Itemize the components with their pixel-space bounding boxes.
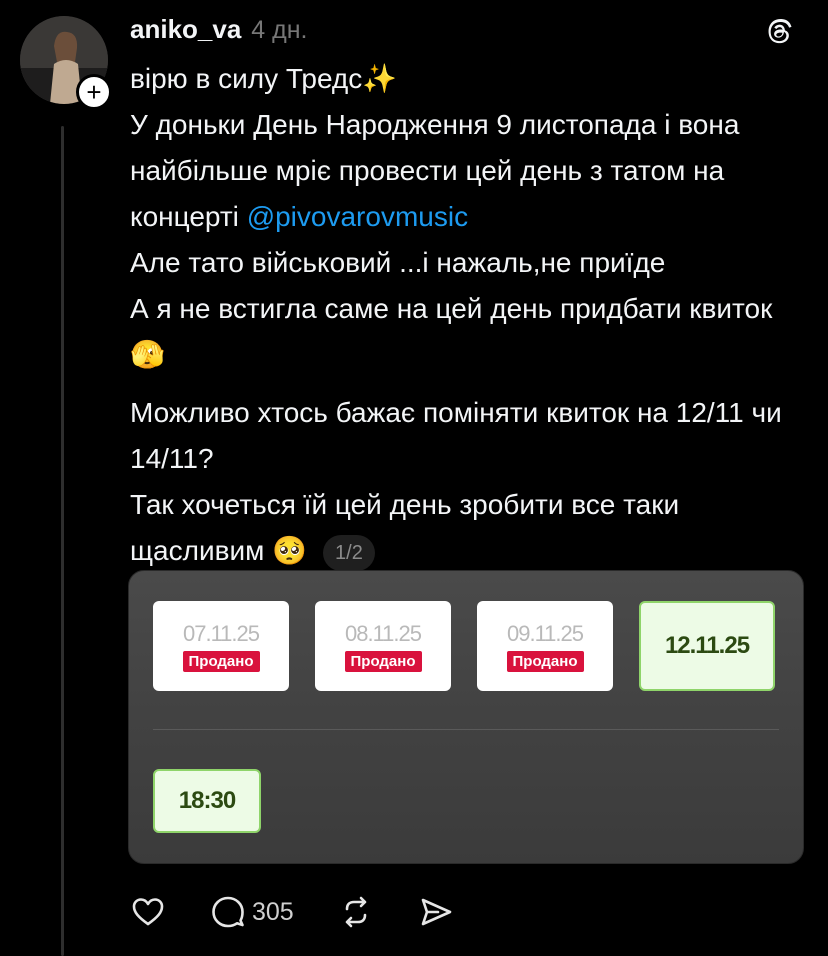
comment-icon (212, 896, 244, 928)
share-icon (421, 898, 452, 926)
post-line-2: У доньки День Народження 9 листопада і в… (130, 109, 740, 232)
sparkles-emoji: ✨ (362, 62, 398, 95)
date-label: 08.11.25 (344, 620, 422, 646)
post-line-6: Так хочеться їй цей день зробити все так… (130, 482, 810, 574)
date-label: 09.11.25 (506, 620, 584, 646)
threads-logo-icon[interactable] (760, 14, 796, 50)
thread-line (61, 126, 64, 956)
repost-button[interactable] (338, 894, 374, 930)
sold-badge: Продано (182, 650, 260, 672)
date-card: 09.11.25 Продано (477, 601, 613, 691)
share-button[interactable] (418, 894, 454, 930)
post-line-1: вірю в силу Тредс✨ (130, 62, 398, 95)
post-line-4: А я не встигла саме на цей день придбати… (130, 293, 773, 371)
mention-link[interactable]: @pivovarovmusic (247, 201, 468, 232)
date-card-selected: 12.11.25 (639, 601, 775, 691)
date-card: 07.11.25 Продано (153, 601, 289, 691)
repost-icon (345, 896, 367, 928)
media-counter-badge: 1/2 (323, 534, 375, 571)
post-line-5: Можливо хтось бажає поміняти квиток на 1… (130, 397, 782, 474)
peeking-face-emoji: 🫣 (130, 338, 165, 371)
post-header: aniko_va 4 дн. (130, 14, 308, 50)
username[interactable]: aniko_va (130, 14, 241, 45)
date-label: 12.11.25 (664, 632, 750, 659)
sold-badge: Продано (506, 650, 584, 672)
sold-badge: Продано (344, 650, 422, 672)
like-button[interactable] (130, 894, 166, 930)
post-line-3: Але тато військовий ...і нажаль,не приїд… (130, 247, 666, 278)
pleading-face-emoji: 🥺 (272, 534, 308, 567)
date-label: 07.11.25 (182, 620, 260, 646)
post-actions: 305 (130, 890, 498, 934)
post-media-image[interactable]: 07.11.25 Продано 08.11.25 Продано 09.11.… (128, 570, 804, 864)
time-card-selected: 18:30 (153, 769, 261, 833)
heart-icon (132, 898, 164, 926)
plus-icon: + (86, 77, 102, 107)
media-divider (153, 729, 779, 730)
date-card: 08.11.25 Продано (315, 601, 451, 691)
follow-button[interactable]: + (76, 74, 112, 110)
reply-button[interactable]: 305 (210, 894, 294, 930)
post-time: 4 дн. (251, 16, 308, 44)
post-body: вірю в силу Тредс✨ У доньки День Народже… (130, 56, 810, 574)
reply-count: 305 (252, 897, 294, 926)
